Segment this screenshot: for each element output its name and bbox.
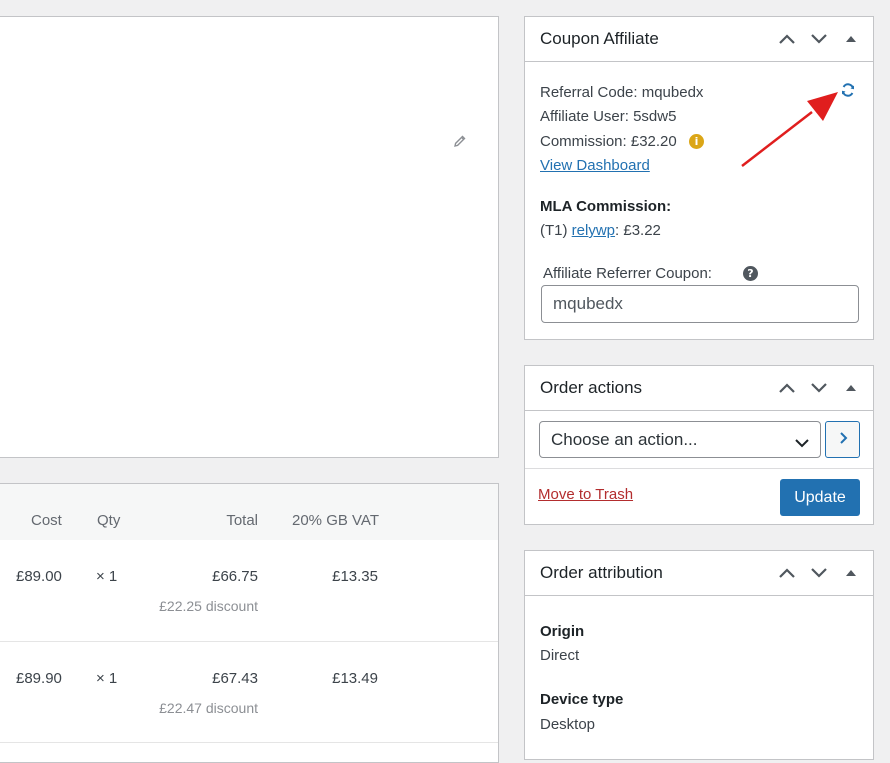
view-dashboard-link[interactable]: View Dashboard bbox=[540, 157, 650, 174]
triangle-up-icon[interactable] bbox=[835, 557, 867, 589]
coupon-affiliate-header: Coupon Affiliate bbox=[525, 17, 873, 62]
coupon-affiliate-panel: Coupon Affiliate Referral Code: mqubedx … bbox=[524, 16, 874, 340]
action-select[interactable]: Choose an action... bbox=[539, 421, 821, 458]
referrer-coupon-input[interactable] bbox=[541, 285, 859, 323]
divider bbox=[525, 468, 873, 469]
chevron-up-icon[interactable] bbox=[771, 372, 803, 404]
apply-action-button[interactable] bbox=[825, 421, 860, 458]
chevron-down-icon[interactable] bbox=[803, 557, 835, 589]
arrow-right-icon bbox=[838, 431, 848, 448]
commission-text: Commission: £32.20 bbox=[540, 133, 677, 150]
tax-cell: £13.35 bbox=[332, 568, 378, 585]
cost-header: Cost bbox=[31, 512, 62, 529]
total-cell: £67.43 bbox=[212, 670, 258, 687]
action-select-value: Choose an action... bbox=[551, 429, 698, 449]
device-type-label: Device type bbox=[540, 691, 624, 708]
mla-tier: (T1) bbox=[540, 222, 568, 239]
origin-value: Direct bbox=[540, 647, 580, 664]
order-actions-panel: Order actions Choose an action... Move t… bbox=[524, 365, 874, 525]
order-actions-header: Order actions bbox=[525, 366, 873, 411]
tax-header: 20% GB VAT bbox=[292, 512, 379, 529]
panel-title: Order actions bbox=[540, 378, 643, 397]
order-attribution-panel: Order attribution Origin Direct Device t… bbox=[524, 550, 874, 760]
panel-title: Order attribution bbox=[540, 563, 663, 582]
total-cell: £66.75 bbox=[212, 568, 258, 585]
mla-heading: MLA Commission: bbox=[540, 198, 672, 215]
discount-cell: £22.25 discount bbox=[159, 598, 258, 614]
chevron-up-icon[interactable] bbox=[771, 557, 803, 589]
move-to-trash-link[interactable]: Move to Trash bbox=[538, 486, 633, 503]
qty-header: Qty bbox=[97, 512, 121, 529]
mla-amount: : £3.22 bbox=[615, 222, 661, 239]
table-header: Cost Qty Total 20% GB VAT bbox=[0, 484, 498, 540]
info-icon[interactable]: i bbox=[689, 134, 704, 149]
triangle-up-icon[interactable] bbox=[835, 23, 867, 55]
chevron-down-icon[interactable] bbox=[803, 23, 835, 55]
referrer-coupon-label: Affiliate Referrer Coupon: bbox=[543, 265, 712, 282]
chevron-down-icon bbox=[794, 434, 810, 454]
table-row: £89.90 × 1 £67.43 £22.47 discount £13.49 bbox=[0, 641, 498, 743]
triangle-up-icon[interactable] bbox=[835, 372, 867, 404]
origin-label: Origin bbox=[540, 623, 585, 640]
cost-cell: £89.90 bbox=[16, 670, 62, 687]
discount-cell: £22.47 discount bbox=[159, 700, 258, 716]
help-icon[interactable]: ? bbox=[743, 266, 758, 281]
qty-cell: × 1 bbox=[96, 568, 118, 585]
device-type-value: Desktop bbox=[540, 716, 596, 733]
pencil-icon[interactable] bbox=[452, 133, 468, 149]
affiliate-user-text: Affiliate User: 5sdw5 bbox=[540, 108, 677, 125]
update-button-label: Update bbox=[794, 488, 846, 506]
total-header: Total bbox=[226, 512, 258, 529]
table-row: £89.00 × 1 £66.75 £22.25 discount £13.35 bbox=[0, 540, 498, 642]
panel-title: Coupon Affiliate bbox=[540, 29, 659, 48]
chevron-down-icon[interactable] bbox=[803, 372, 835, 404]
order-attribution-header: Order attribution bbox=[525, 551, 873, 596]
chevron-up-icon[interactable] bbox=[771, 23, 803, 55]
order-items-panel: Cost Qty Total 20% GB VAT £89.00 × 1 £66… bbox=[0, 483, 499, 763]
mla-commission-line: (T1) relywp: £3.22 bbox=[540, 222, 661, 239]
qty-cell: × 1 bbox=[96, 670, 118, 687]
update-button[interactable]: Update bbox=[780, 479, 860, 516]
referral-code-text: Referral Code: mqubedx bbox=[540, 84, 704, 101]
tax-cell: £13.49 bbox=[332, 670, 378, 687]
order-details-panel bbox=[0, 16, 499, 458]
refresh-icon[interactable] bbox=[840, 82, 856, 98]
mla-user-link[interactable]: relywp bbox=[572, 222, 615, 239]
cost-cell: £89.00 bbox=[16, 568, 62, 585]
